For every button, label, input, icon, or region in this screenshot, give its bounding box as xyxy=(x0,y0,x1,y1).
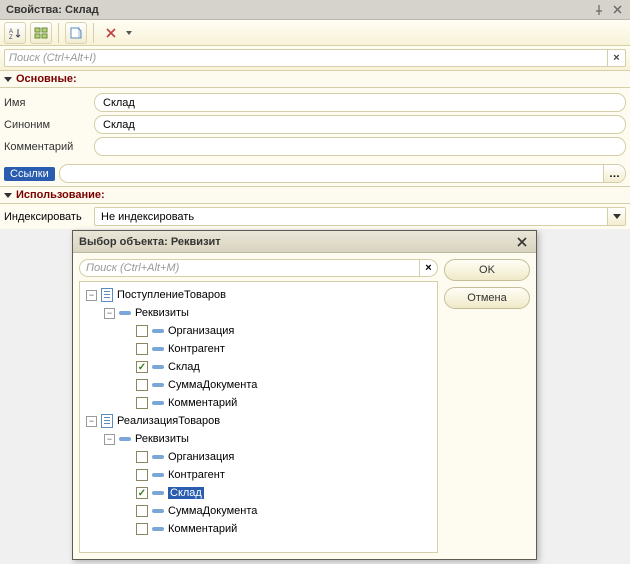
checkbox[interactable] xyxy=(136,469,148,481)
sort-button[interactable]: AZ xyxy=(4,22,26,44)
index-label: Индексировать xyxy=(4,211,94,223)
attr-icon xyxy=(152,509,164,513)
group-usage[interactable]: Использование: xyxy=(0,186,630,204)
tree[interactable]: − ПоступлениеТоваров − Реквизиты Организ… xyxy=(79,281,438,553)
dropdown-caret-icon[interactable] xyxy=(126,31,132,35)
collapse-icon xyxy=(4,193,12,198)
checkbox[interactable]: ✓ xyxy=(136,487,148,499)
tree-node-doc[interactable]: − ПоступлениеТоваров xyxy=(82,286,435,304)
comment-field[interactable] xyxy=(94,137,626,156)
attr-icon xyxy=(152,491,164,495)
tree-node-group[interactable]: − Реквизиты xyxy=(82,304,435,322)
cancel-button[interactable]: Отмена xyxy=(444,287,530,309)
expander-icon[interactable]: − xyxy=(86,290,97,301)
checkbox[interactable] xyxy=(136,451,148,463)
group-main[interactable]: Основные: xyxy=(0,70,630,88)
close-icon[interactable] xyxy=(610,3,624,17)
tree-node-item[interactable]: ✓ Склад xyxy=(82,484,435,502)
search-clear-button[interactable]: × xyxy=(608,49,626,67)
clear-x-button[interactable] xyxy=(100,22,122,44)
tree-node-item[interactable]: Комментарий xyxy=(82,520,435,538)
checkbox[interactable] xyxy=(136,343,148,355)
tree-node-doc[interactable]: − РеализацияТоваров xyxy=(82,412,435,430)
dialog-title: Выбор объекта: Реквизит xyxy=(79,236,221,248)
checkbox[interactable] xyxy=(136,379,148,391)
tree-node-group[interactable]: − Реквизиты xyxy=(82,430,435,448)
attr-icon xyxy=(152,365,164,369)
checkbox[interactable] xyxy=(136,397,148,409)
dialog-search-input[interactable]: Поиск (Ctrl+Alt+M) xyxy=(79,259,420,277)
search-input[interactable]: Поиск (Ctrl+Alt+I) xyxy=(4,49,608,67)
synonym-field[interactable]: Склад xyxy=(94,115,626,134)
dialog-search-placeholder: Поиск (Ctrl+Alt+M) xyxy=(86,262,179,274)
index-field[interactable]: Не индексировать xyxy=(94,207,626,226)
checkbox[interactable] xyxy=(136,523,148,535)
expander-icon[interactable]: − xyxy=(104,434,115,445)
tree-node-item[interactable]: Контрагент xyxy=(82,340,435,358)
comment-label: Комментарий xyxy=(4,141,94,153)
checkbox[interactable] xyxy=(136,325,148,337)
group-icon xyxy=(119,437,131,441)
attr-icon xyxy=(152,347,164,351)
index-dropdown-button[interactable] xyxy=(607,208,625,225)
attr-icon xyxy=(152,383,164,387)
attr-icon xyxy=(152,401,164,405)
selected-item: Склад xyxy=(168,487,204,499)
group-usage-label: Использование: xyxy=(16,189,105,201)
dialog-titlebar: Выбор объекта: Реквизит xyxy=(73,231,536,253)
document-icon xyxy=(101,288,113,302)
links-label: Ссылки xyxy=(4,167,55,181)
tree-node-item[interactable]: ✓ Склад xyxy=(82,358,435,376)
categories-button[interactable] xyxy=(30,22,52,44)
name-label: Имя xyxy=(4,97,94,109)
dialog-search-clear[interactable]: × xyxy=(420,259,438,277)
tree-node-item[interactable]: СуммаДокумента xyxy=(82,502,435,520)
pin-icon[interactable] xyxy=(592,3,606,17)
expander-icon[interactable]: − xyxy=(86,416,97,427)
object-picker-dialog: Выбор объекта: Реквизит Поиск (Ctrl+Alt+… xyxy=(72,230,537,560)
group-main-label: Основные: xyxy=(16,73,77,85)
expander-icon[interactable]: − xyxy=(104,308,115,319)
attr-icon xyxy=(152,329,164,333)
name-field[interactable]: Склад xyxy=(94,93,626,112)
ok-button[interactable]: OK xyxy=(444,259,530,281)
links-ellipsis-button[interactable]: … xyxy=(603,165,625,182)
synonym-label: Синоним xyxy=(4,119,94,131)
window-title: Свойства: Склад xyxy=(6,4,99,16)
properties-titlebar: Свойства: Склад xyxy=(0,0,630,20)
dialog-close-button[interactable] xyxy=(514,234,530,250)
group-icon xyxy=(119,311,131,315)
checkbox[interactable]: ✓ xyxy=(136,361,148,373)
chevron-down-icon xyxy=(613,214,621,219)
svg-text:Z: Z xyxy=(9,35,13,40)
tree-node-item[interactable]: СуммаДокумента xyxy=(82,376,435,394)
action-button[interactable] xyxy=(65,22,87,44)
links-field[interactable]: … xyxy=(59,164,626,183)
attr-icon xyxy=(152,473,164,477)
search-placeholder: Поиск (Ctrl+Alt+I) xyxy=(9,52,96,64)
toolbar: AZ xyxy=(0,20,630,46)
document-icon xyxy=(101,414,113,428)
collapse-icon xyxy=(4,77,12,82)
tree-node-item[interactable]: Контрагент xyxy=(82,466,435,484)
checkbox[interactable] xyxy=(136,505,148,517)
search-row: Поиск (Ctrl+Alt+I) × xyxy=(0,46,630,70)
tree-node-item[interactable]: Организация xyxy=(82,448,435,466)
tree-node-item[interactable]: Комментарий xyxy=(82,394,435,412)
attr-icon xyxy=(152,527,164,531)
tree-node-item[interactable]: Организация xyxy=(82,322,435,340)
attr-icon xyxy=(152,455,164,459)
